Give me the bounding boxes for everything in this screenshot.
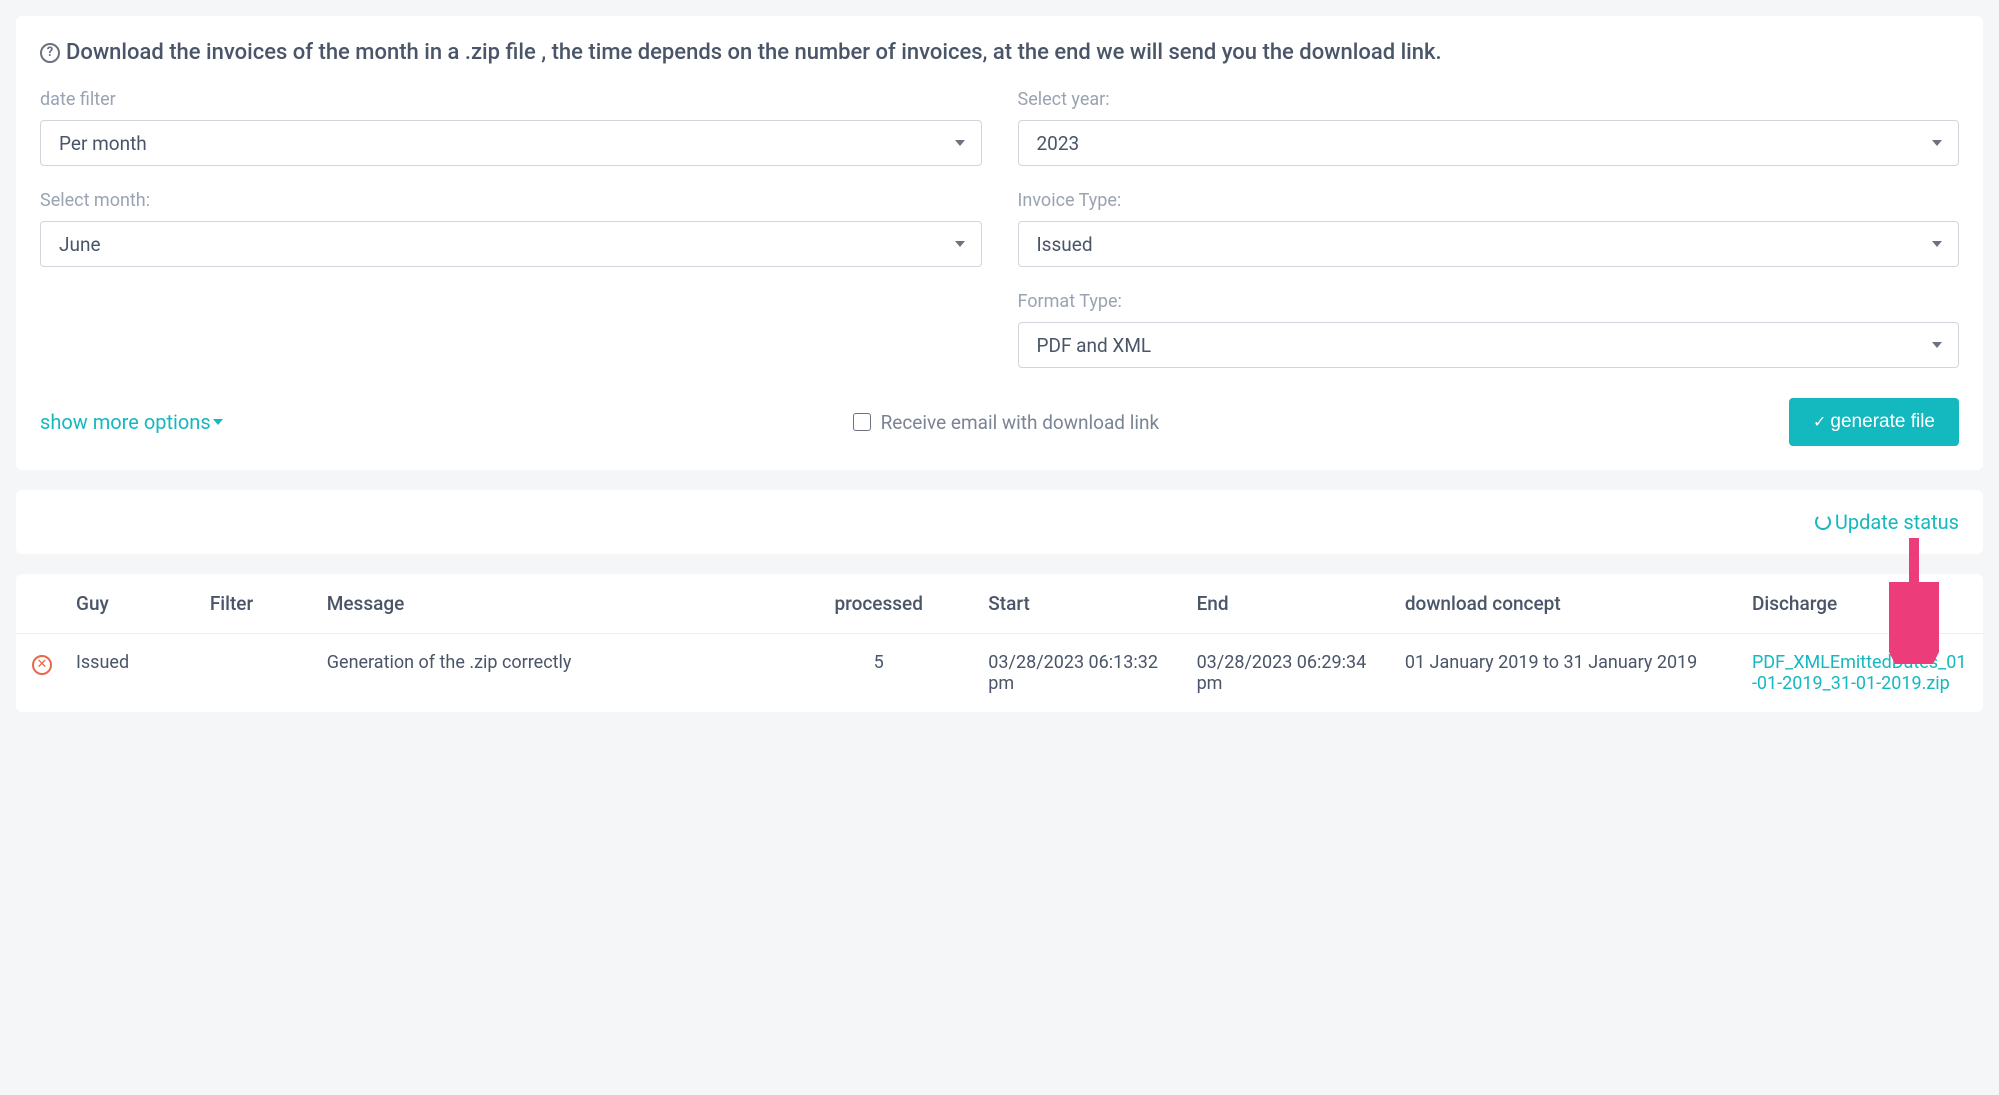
email-checkbox-label: Receive email with download link: [881, 411, 1160, 434]
select-month-label: Select month:: [40, 190, 982, 211]
select-year-value: 2023: [1037, 132, 1080, 155]
cell-message: Generation of the .zip correctly: [315, 634, 781, 713]
generate-file-button[interactable]: generate file: [1789, 398, 1959, 446]
bottom-row: show more options Receive email with dow…: [40, 398, 1959, 446]
invoice-type-select[interactable]: Issued: [1018, 221, 1960, 267]
select-year-select[interactable]: 2023: [1018, 120, 1960, 166]
th-processed: processed: [781, 574, 976, 634]
th-message: Message: [315, 574, 781, 634]
info-row: ? Download the invoices of the month in …: [40, 40, 1959, 65]
table-row: ✕ Issued Generation of the .zip correctl…: [16, 634, 1983, 713]
invoice-type-field: Invoice Type: Issued: [1018, 190, 1960, 267]
cell-filter: [198, 634, 315, 713]
format-type-label: Format Type:: [1018, 291, 1960, 312]
th-concept: download concept: [1393, 574, 1740, 634]
format-type-select[interactable]: PDF and XML: [1018, 322, 1960, 368]
date-filter-label: date filter: [40, 89, 982, 110]
help-icon: ?: [40, 43, 60, 63]
show-more-label: show more options: [40, 410, 211, 434]
refresh-icon: [1815, 514, 1831, 530]
th-filter: Filter: [198, 574, 315, 634]
email-checkbox[interactable]: [853, 413, 871, 431]
update-status-label: Update status: [1835, 510, 1959, 534]
filters-grid: date filter Per month Select year: 2023 …: [40, 89, 1959, 368]
format-type-value: PDF and XML: [1037, 334, 1152, 357]
format-type-field: Format Type: PDF and XML: [1018, 291, 1960, 368]
cell-processed: 5: [781, 634, 976, 713]
th-guy: Guy: [64, 574, 198, 634]
table-card: Guy Filter Message processed Start End d…: [16, 574, 1983, 712]
invoice-type-value: Issued: [1037, 233, 1093, 256]
date-filter-value: Per month: [59, 132, 147, 155]
th-end: End: [1185, 574, 1393, 634]
downloads-table: Guy Filter Message processed Start End d…: [16, 574, 1983, 712]
check-icon: [1813, 411, 1826, 433]
invoice-type-label: Invoice Type:: [1018, 190, 1960, 211]
caret-down-icon: [213, 419, 223, 425]
update-status-link[interactable]: Update status: [1815, 510, 1959, 534]
cell-guy: Issued: [64, 634, 198, 713]
date-filter-select[interactable]: Per month: [40, 120, 982, 166]
info-text: Download the invoices of the month in a …: [66, 40, 1442, 65]
show-more-options-link[interactable]: show more options: [40, 410, 223, 434]
select-month-select[interactable]: June: [40, 221, 982, 267]
select-year-label: Select year:: [1018, 89, 1960, 110]
generate-label: generate file: [1830, 411, 1935, 433]
remove-row-icon[interactable]: ✕: [32, 655, 52, 675]
cell-concept: 01 January 2019 to 31 January 2019: [1393, 634, 1740, 713]
cell-start: 03/28/2023 06:13:32 pm: [976, 634, 1184, 713]
th-discharge: Discharge: [1740, 574, 1983, 634]
th-start: Start: [976, 574, 1184, 634]
date-filter-field: date filter Per month: [40, 89, 982, 166]
select-year-field: Select year: 2023: [1018, 89, 1960, 166]
select-month-value: June: [59, 233, 101, 256]
filters-card: ? Download the invoices of the month in …: [16, 16, 1983, 470]
email-checkbox-wrap[interactable]: Receive email with download link: [853, 411, 1160, 434]
arrow-annotation-icon: [1889, 534, 1939, 664]
status-card: Update status: [16, 490, 1983, 554]
cell-end: 03/28/2023 06:29:34 pm: [1185, 634, 1393, 713]
th-blank: [16, 574, 64, 634]
select-month-field: Select month: June: [40, 190, 982, 267]
